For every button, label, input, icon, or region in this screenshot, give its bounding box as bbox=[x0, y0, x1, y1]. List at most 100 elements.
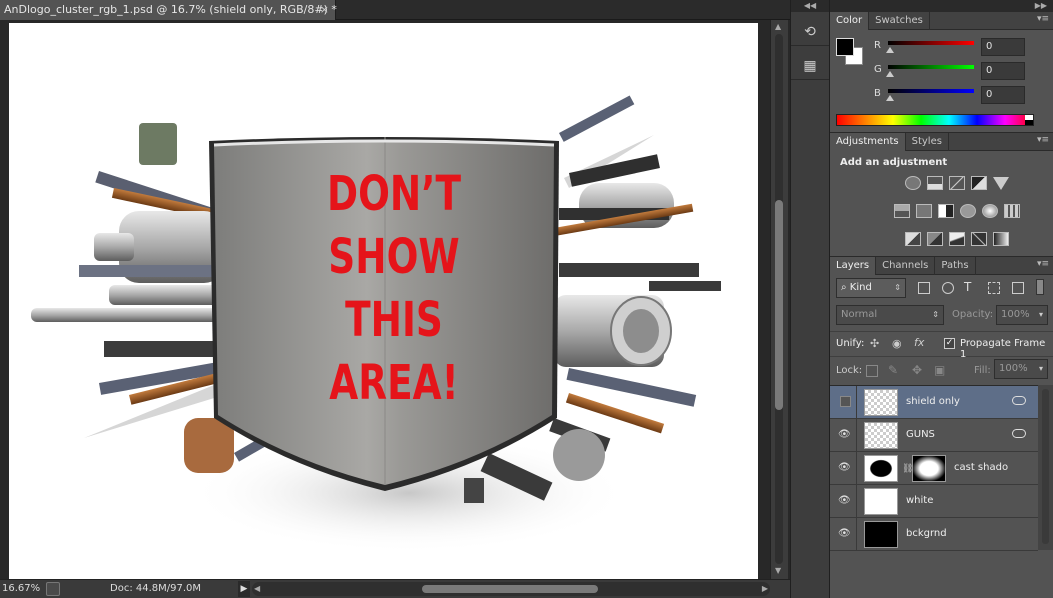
color-balance-icon[interactable] bbox=[915, 204, 932, 218]
horizontal-scrollbar[interactable]: ◀ ▶ bbox=[252, 582, 770, 596]
horizontal-scroll-thumb[interactable] bbox=[422, 585, 598, 593]
status-bar: 16.67% Doc: 44.8M/97.0M ▶ ◀ ▶ bbox=[0, 579, 790, 598]
tab-swatches[interactable]: Swatches bbox=[869, 12, 930, 30]
exposure-icon[interactable] bbox=[970, 176, 987, 190]
blend-mode-select[interactable]: Normal ⇕ bbox=[836, 305, 944, 325]
tab-layers[interactable]: Layers bbox=[830, 257, 877, 275]
fill-field[interactable]: 100% ▾ bbox=[994, 359, 1048, 379]
red-slider[interactable] bbox=[888, 41, 974, 45]
color-spectrum[interactable] bbox=[836, 114, 1034, 126]
green-slider[interactable] bbox=[888, 65, 974, 69]
lock-transparent-icon[interactable] bbox=[866, 365, 878, 377]
layers-scrollbar[interactable] bbox=[1038, 385, 1053, 550]
filter-type-icon[interactable]: T bbox=[964, 280, 971, 294]
eye-icon[interactable]: 👁 bbox=[838, 463, 852, 473]
lock-position-icon[interactable]: ✥ bbox=[912, 363, 922, 377]
curves-icon[interactable] bbox=[948, 176, 965, 190]
tab-channels[interactable]: Channels bbox=[876, 257, 936, 275]
blue-slider[interactable] bbox=[888, 89, 974, 93]
scroll-right-icon[interactable]: ▶ bbox=[762, 582, 768, 596]
tab-styles[interactable]: Styles bbox=[906, 133, 949, 151]
layer-row-guns[interactable]: 👁 GUNS bbox=[830, 419, 1038, 452]
tab-color[interactable]: Color bbox=[830, 12, 870, 30]
blue-slider-row: B 0 bbox=[874, 86, 1053, 106]
layers-scroll-track[interactable] bbox=[1042, 389, 1049, 544]
eye-icon[interactable]: 👁 bbox=[838, 496, 852, 506]
green-slider-knob[interactable] bbox=[886, 71, 894, 77]
layer-name[interactable]: GUNS bbox=[906, 429, 935, 440]
levels-icon[interactable] bbox=[926, 176, 943, 190]
layers-panel-tabs: Layers Channels Paths ▾≡ bbox=[830, 257, 1053, 275]
opacity-field[interactable]: 100% ▾ bbox=[996, 305, 1048, 325]
selective-color-icon[interactable] bbox=[970, 232, 987, 246]
spectrum-black-swatch[interactable] bbox=[1025, 120, 1033, 125]
filter-pixel-icon[interactable] bbox=[918, 282, 930, 294]
gradient-map-icon[interactable] bbox=[992, 232, 1009, 246]
expand-panels-icon[interactable]: ▶▶ bbox=[830, 0, 1053, 12]
layer-name[interactable]: white bbox=[906, 495, 933, 506]
filter-smart-object-icon[interactable] bbox=[1012, 282, 1024, 294]
layer-mask-thumbnail[interactable] bbox=[912, 455, 946, 482]
invert-icon[interactable] bbox=[904, 232, 921, 246]
unify-position-icon[interactable]: ✣ bbox=[870, 337, 879, 350]
close-icon[interactable]: × bbox=[320, 0, 329, 20]
layer-row-shield-only[interactable]: shield only bbox=[830, 386, 1038, 419]
lock-all-icon[interactable]: ▣ bbox=[934, 363, 945, 377]
brightness-contrast-icon[interactable] bbox=[904, 176, 921, 190]
canvas-frame: DON’T SHOW THIS AREA! bbox=[0, 20, 770, 579]
filter-adjustment-icon[interactable] bbox=[942, 282, 954, 294]
posterize-icon[interactable] bbox=[926, 232, 943, 246]
channel-mixer-icon[interactable] bbox=[981, 204, 998, 218]
3d-icon[interactable]: ▦ bbox=[791, 52, 829, 80]
eye-icon[interactable]: 👁 bbox=[838, 529, 852, 539]
tab-adjustments[interactable]: Adjustments bbox=[830, 133, 906, 151]
canvas[interactable]: DON’T SHOW THIS AREA! bbox=[9, 23, 758, 579]
layer-name[interactable]: shield only bbox=[906, 396, 960, 407]
color-lookup-icon[interactable] bbox=[1003, 204, 1020, 218]
history-icon[interactable]: ⟲ bbox=[791, 18, 829, 46]
scroll-down-icon[interactable]: ▼ bbox=[775, 566, 781, 575]
photo-filter-icon[interactable] bbox=[959, 204, 976, 218]
black-white-icon[interactable] bbox=[937, 204, 954, 218]
unify-visibility-icon[interactable]: ◉ bbox=[892, 337, 902, 350]
visibility-toggle[interactable] bbox=[840, 396, 851, 407]
panel-menu-icon[interactable]: ▾≡ bbox=[1037, 259, 1049, 269]
threshold-icon[interactable] bbox=[948, 232, 965, 246]
lock-image-icon[interactable]: ✎ bbox=[888, 363, 898, 377]
blue-value-input[interactable]: 0 bbox=[981, 86, 1025, 104]
eye-icon[interactable]: 👁 bbox=[838, 430, 852, 440]
foreground-color-swatch[interactable] bbox=[836, 38, 854, 56]
filter-shape-icon[interactable] bbox=[988, 282, 1000, 294]
scroll-up-icon[interactable]: ▲ bbox=[775, 22, 781, 31]
lock-label: Lock: bbox=[836, 365, 863, 376]
red-value-input[interactable]: 0 bbox=[981, 38, 1025, 56]
red-slider-knob[interactable] bbox=[886, 47, 894, 53]
lock-row: Lock: ✎ ✥ ▣ Fill: 100% ▾ bbox=[830, 359, 1053, 383]
panel-menu-icon[interactable]: ▾≡ bbox=[1037, 14, 1049, 24]
blue-slider-knob[interactable] bbox=[886, 95, 894, 101]
scroll-left-icon[interactable]: ◀ bbox=[254, 582, 260, 596]
green-value-input[interactable]: 0 bbox=[981, 62, 1025, 80]
panel-menu-icon[interactable]: ▾≡ bbox=[1037, 135, 1049, 145]
vertical-scrollbar[interactable]: ▲ ▼ bbox=[770, 20, 788, 579]
unify-style-icon[interactable]: fx bbox=[914, 336, 924, 349]
adjustment-icons-row-2 bbox=[830, 204, 1053, 218]
layer-name[interactable]: cast shado bbox=[954, 462, 1008, 473]
filter-toggle-icon[interactable] bbox=[1036, 279, 1044, 295]
layer-row-bckgrnd[interactable]: 👁 bckgrnd bbox=[830, 518, 1038, 551]
green-slider-row: G 0 bbox=[874, 62, 1053, 82]
layer-name[interactable]: bckgrnd bbox=[906, 528, 947, 539]
status-arrow-icon[interactable]: ▶ bbox=[238, 581, 250, 597]
status-menu-icon[interactable] bbox=[46, 582, 60, 596]
layer-filter-select[interactable]: ⌕ Kind ⇕ bbox=[836, 278, 906, 298]
propagate-checkbox[interactable]: ✓ bbox=[944, 338, 955, 349]
vertical-scroll-thumb[interactable] bbox=[775, 200, 783, 410]
hue-saturation-icon[interactable] bbox=[893, 204, 910, 218]
zoom-level[interactable]: 16.67% bbox=[2, 583, 40, 594]
tab-paths[interactable]: Paths bbox=[935, 257, 976, 275]
document-tab[interactable]: AnDlogo_cluster_rgb_1.psd @ 16.7% (shiel… bbox=[0, 0, 337, 20]
layer-row-cast-shado[interactable]: 👁 ⛓ cast shado bbox=[830, 452, 1038, 485]
collapse-strip-icon[interactable]: ◀◀ bbox=[791, 0, 829, 12]
layer-row-white[interactable]: 👁 white bbox=[830, 485, 1038, 518]
vibrance-icon[interactable] bbox=[992, 176, 1009, 190]
